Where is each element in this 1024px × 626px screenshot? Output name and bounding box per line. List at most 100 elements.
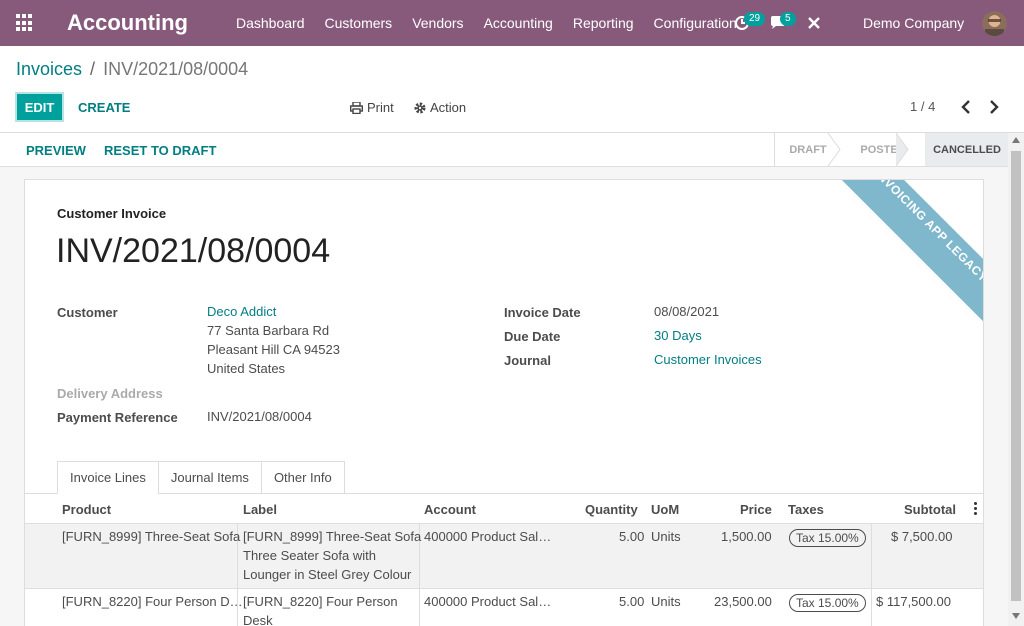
col-subtotal[interactable]: Subtotal <box>904 502 956 517</box>
row-account: 400000 Product Sal… <box>424 594 552 609</box>
table-row[interactable]: [FURN_8999] Three-Seat Sofa [FURN_8999] … <box>25 524 983 589</box>
messages-badge: 5 <box>780 12 796 26</box>
row-account: 400000 Product Sal… <box>424 529 552 544</box>
menu-accounting[interactable]: Accounting <box>474 15 563 31</box>
stage-arrow-divider <box>896 133 909 166</box>
col-account[interactable]: Account <box>424 502 476 517</box>
col-uom[interactable]: UoM <box>651 502 679 517</box>
column-divider <box>419 589 420 626</box>
row-product: [FURN_8220] Four Person D… <box>62 594 243 609</box>
invoice-sheet: INVOICING APP LEGACY Customer Invoice IN… <box>24 179 984 626</box>
row-label-line2: Three Seater Sofa with <box>243 548 376 563</box>
apps-menu-icon[interactable] <box>16 14 34 32</box>
menu-reporting[interactable]: Reporting <box>563 15 644 31</box>
row-uom: Units <box>651 594 681 609</box>
stage-arrow-divider <box>828 133 841 166</box>
app-title[interactable]: Accounting <box>67 10 188 36</box>
activity-button[interactable]: 29 <box>724 0 766 46</box>
scroll-thumb[interactable] <box>1011 151 1021 601</box>
breadcrumb-separator: / <box>90 59 96 79</box>
action-button[interactable]: Action <box>414 100 466 115</box>
top-navbar: Accounting Dashboard Customers Vendors A… <box>0 0 1024 46</box>
page-scrollbar[interactable] <box>1008 133 1024 626</box>
gear-icon <box>414 102 426 113</box>
customer-address-line3: United States <box>207 361 286 376</box>
legacy-ribbon: INVOICING APP LEGACY <box>824 180 983 333</box>
row-quantity: 5.00 <box>619 529 645 544</box>
menu-customers[interactable]: Customers <box>315 15 403 31</box>
tab-other-info[interactable]: Other Info <box>260 461 345 494</box>
invoice-type-label: Customer Invoice <box>57 206 167 221</box>
reset-to-draft-button[interactable]: RESET TO DRAFT <box>104 143 216 158</box>
tools-icon <box>808 17 820 29</box>
edit-button[interactable]: EDIT <box>15 92 64 122</box>
debug-button[interactable] <box>796 0 832 46</box>
row-tax-tag: Tax 15.00% <box>789 529 866 547</box>
row-label-line2: Desk <box>243 613 273 626</box>
notebook-tabs: Invoice Lines Journal Items Other Info <box>57 461 345 494</box>
invoice-date-label: Invoice Date <box>504 305 581 320</box>
journal-label: Journal <box>504 353 551 368</box>
stage-posted: POSTED <box>860 143 906 156</box>
print-button[interactable]: Print <box>350 100 394 115</box>
col-product[interactable]: Product <box>62 502 111 517</box>
delivery-address-label: Delivery Address <box>57 386 163 401</box>
breadcrumb: Invoices / INV/2021/08/0004 <box>16 59 248 80</box>
invoice-number: INV/2021/08/0004 <box>56 232 331 270</box>
row-label-line3: Lounger in Steel Grey Colour <box>243 567 412 582</box>
row-subtotal: $ 7,500.00 <box>891 529 953 544</box>
customer-name-link[interactable]: Deco Addict <box>207 302 276 321</box>
company-switcher[interactable]: Demo Company <box>863 15 964 31</box>
customer-address-line1: 77 Santa Barbara Rd <box>207 323 330 338</box>
create-button[interactable]: CREATE <box>78 100 130 115</box>
stage-cancelled: CANCELLED <box>925 133 1009 166</box>
action-label: Action <box>430 100 467 115</box>
status-stages: DRAFT POSTED CANCELLED <box>774 133 1009 166</box>
customer-label: Customer <box>57 305 118 320</box>
breadcrumb-current: INV/2021/08/0004 <box>103 59 249 79</box>
col-quantity[interactable]: Quantity <box>585 502 638 517</box>
table-row[interactable]: [FURN_8220] Four Person D… [FURN_8220] F… <box>25 589 983 626</box>
systray: 29 5 <box>724 0 832 46</box>
print-icon <box>350 101 363 114</box>
payment-reference-label: Payment Reference <box>57 410 178 425</box>
col-taxes[interactable]: Taxes <box>788 502 824 517</box>
user-avatar[interactable] <box>982 11 1007 36</box>
invoice-date-value: 08/08/2021 <box>654 304 720 319</box>
row-uom: Units <box>651 529 681 544</box>
pager-value[interactable]: 1 / 4 <box>910 99 935 114</box>
print-label: Print <box>367 100 394 115</box>
col-label[interactable]: Label <box>243 502 277 517</box>
row-label-line1: [FURN_8999] Three-Seat Sofa <box>243 529 422 544</box>
payment-reference-value: INV/2021/08/0004 <box>207 409 312 424</box>
form-background: INVOICING APP LEGACY Customer Invoice IN… <box>0 167 1008 626</box>
menu-dashboard[interactable]: Dashboard <box>226 15 315 31</box>
menu-vendors[interactable]: Vendors <box>402 15 473 31</box>
row-price: 1,500.00 <box>721 529 772 544</box>
tab-invoice-lines[interactable]: Invoice Lines <box>57 461 159 494</box>
scroll-down-icon[interactable] <box>1012 613 1020 619</box>
row-price: 23,500.00 <box>714 594 772 609</box>
row-product: [FURN_8999] Three-Seat Sofa <box>62 529 241 544</box>
row-label-line1: [FURN_8220] Four Person <box>243 594 398 609</box>
chevron-left-icon[interactable] <box>958 98 974 116</box>
invoice-lines-header: Product Label Account Quantity UoM Price… <box>25 494 983 524</box>
statusbar: PREVIEW RESET TO DRAFT DRAFT POSTED CANC… <box>0 132 1024 167</box>
journal-link[interactable]: Customer Invoices <box>654 350 762 369</box>
optional-columns-icon[interactable] <box>973 502 979 516</box>
scroll-up-icon[interactable] <box>1012 137 1020 143</box>
messages-button[interactable]: 5 <box>760 0 796 46</box>
column-divider <box>871 524 872 589</box>
breadcrumb-invoices-link[interactable]: Invoices <box>16 59 82 79</box>
main-menu: Dashboard Customers Vendors Accounting R… <box>226 0 747 46</box>
col-price[interactable]: Price <box>740 502 772 517</box>
customer-address-line2: Pleasant Hill CA 94523 <box>207 342 340 357</box>
column-divider <box>871 589 872 626</box>
row-quantity: 5.00 <box>619 594 645 609</box>
tab-journal-items[interactable]: Journal Items <box>157 461 262 494</box>
preview-button[interactable]: PREVIEW <box>26 143 86 158</box>
chevron-right-icon[interactable] <box>986 98 1002 116</box>
due-date-label: Due Date <box>504 329 561 344</box>
row-tax-tag: Tax 15.00% <box>789 594 866 612</box>
due-date-link[interactable]: 30 Days <box>654 326 702 345</box>
